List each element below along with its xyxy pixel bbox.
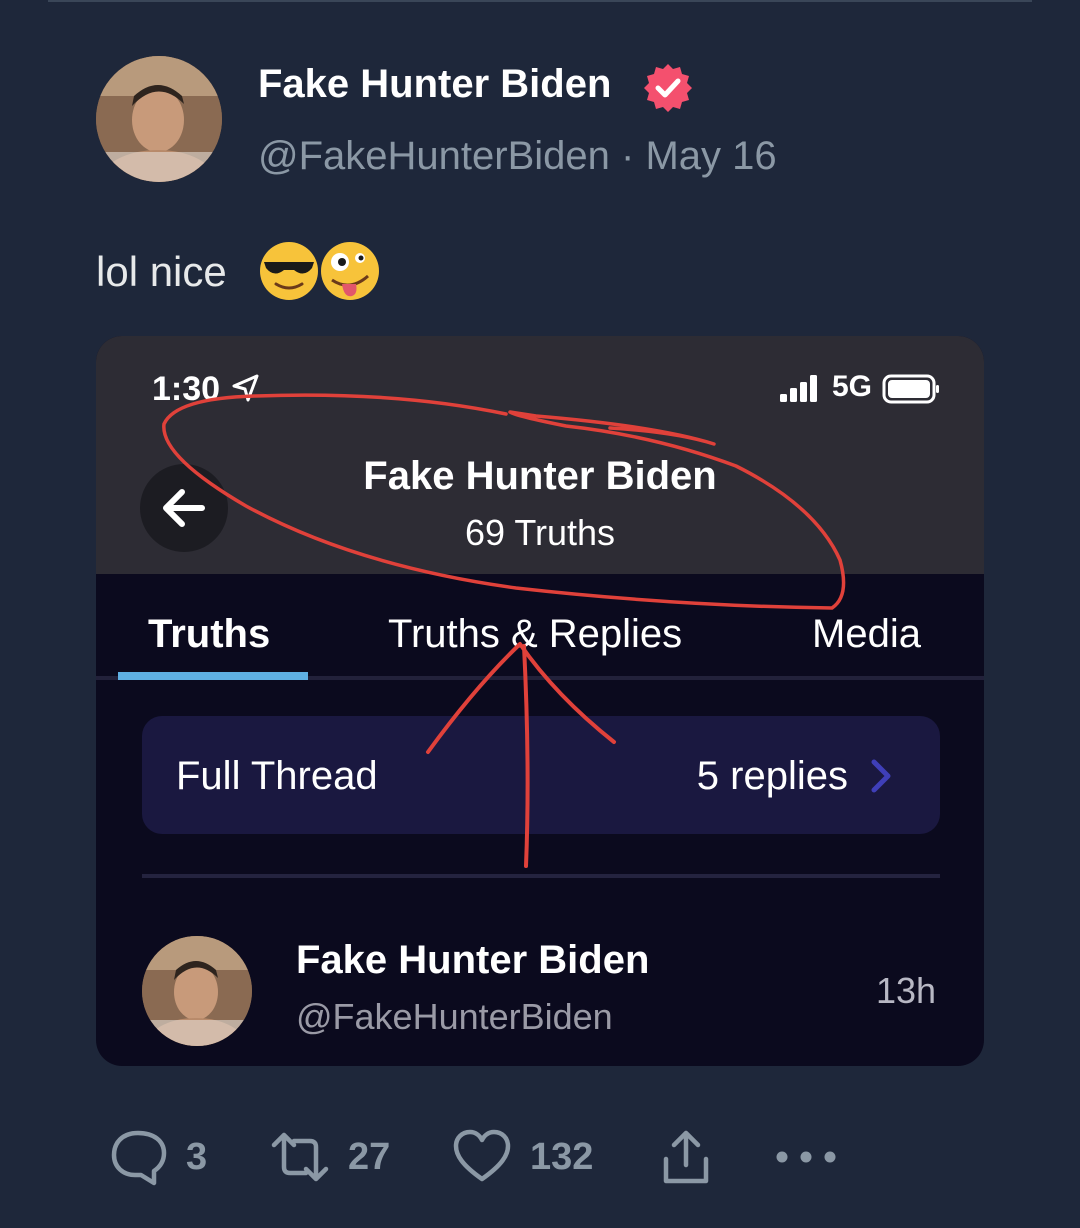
- retweet-count: 27: [348, 1135, 391, 1178]
- post-author-handle[interactable]: @FakeHunterBiden: [296, 996, 613, 1038]
- share-icon: [663, 1130, 709, 1184]
- emoji-group: [260, 242, 379, 300]
- post-timestamp: 13h: [876, 970, 937, 1011]
- retweet-icon: [271, 1132, 329, 1182]
- network-label: 5G: [832, 370, 873, 403]
- tweet-text: lol nice: [96, 248, 227, 295]
- like-icon: [453, 1129, 511, 1182]
- author-avatar[interactable]: [96, 56, 222, 182]
- signal-bars-icon: [780, 375, 817, 402]
- like-count: 132: [530, 1135, 594, 1178]
- more-icon: [776, 1151, 836, 1163]
- tweet-date[interactable]: May 16: [645, 134, 776, 178]
- active-tab-indicator: [118, 672, 308, 680]
- status-time: 1:30: [152, 370, 260, 409]
- full-thread-row[interactable]: Full Thread 5 replies: [142, 716, 940, 834]
- battery-icon: [882, 374, 939, 404]
- tweet-meta: @FakeHunterBiden · May 16: [258, 134, 777, 179]
- thread-replies-count: 5 replies: [696, 754, 848, 798]
- location-arrow-icon: [232, 374, 259, 402]
- retweet-button[interactable]: 27: [270, 1126, 390, 1188]
- card-divider: [142, 874, 940, 878]
- profile-truth-count: 69 Truths: [464, 512, 616, 553]
- profile-name: Fake Hunter Biden: [363, 454, 717, 498]
- post-avatar[interactable]: [142, 936, 252, 1046]
- like-button[interactable]: 132: [452, 1126, 593, 1188]
- chevron-right-icon: [871, 759, 891, 793]
- reply-count: 3: [186, 1135, 208, 1178]
- embedded-screenshot[interactable]: 1:30 5G Fake Hunter Biden 69 Truths Trut…: [96, 336, 984, 1066]
- reply-button[interactable]: 3: [108, 1126, 207, 1188]
- share-button[interactable]: [656, 1126, 716, 1188]
- tab-truths-and-replies[interactable]: Truths & Replies: [388, 612, 682, 657]
- tab-truths[interactable]: Truths: [148, 612, 270, 657]
- reply-icon: [111, 1130, 167, 1186]
- author-name[interactable]: Fake Hunter Biden: [258, 62, 611, 107]
- tab-media[interactable]: Media: [812, 612, 921, 657]
- top-divider: [48, 0, 1032, 2]
- zany-face-emoji: [321, 242, 379, 300]
- full-thread-label: Full Thread: [176, 754, 378, 798]
- sunglasses-face-emoji: [260, 242, 318, 300]
- author-handle[interactable]: @FakeHunterBiden: [258, 134, 610, 178]
- post-author-name[interactable]: Fake Hunter Biden: [296, 938, 649, 983]
- verified-badge-icon: [642, 62, 694, 114]
- more-button[interactable]: [772, 1126, 842, 1188]
- meta-separator: ·: [621, 134, 635, 178]
